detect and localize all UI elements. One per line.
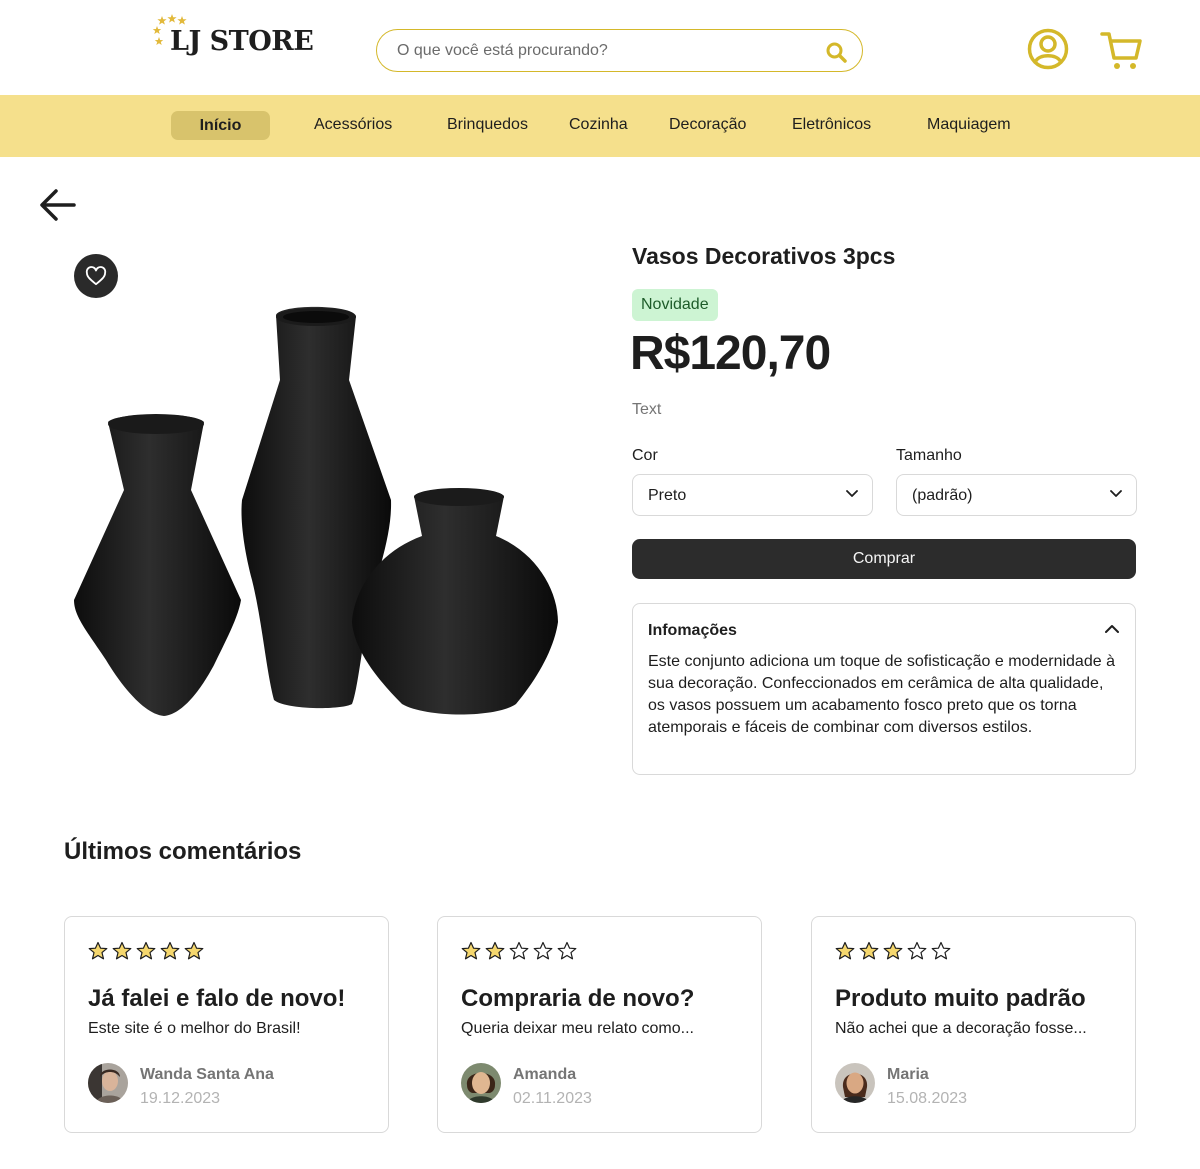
review-title: Já falei e falo de novo!: [88, 985, 346, 1012]
nav-item-brinquedos[interactable]: Brinquedos: [447, 116, 528, 134]
back-arrow-icon[interactable]: [38, 185, 78, 225]
size-select[interactable]: (padrão): [896, 474, 1137, 516]
review-card: Produto muito padrão Não achei que a dec…: [811, 916, 1136, 1133]
star-filled-icon: [184, 941, 204, 960]
color-label: Cor: [632, 447, 658, 464]
review-date: 02.11.2023: [513, 1090, 592, 1107]
heart-icon: [85, 266, 107, 286]
product-price: R$120,70: [630, 327, 831, 380]
chevron-down-icon: [1110, 490, 1122, 497]
nav-item-eletronicos[interactable]: Eletrônicos: [792, 116, 871, 134]
shopping-cart-icon[interactable]: [1100, 28, 1144, 72]
comments-section-title: Últimos comentários: [64, 838, 302, 865]
size-label: Tamanho: [896, 447, 962, 464]
star-empty-icon: [907, 941, 927, 960]
buy-button[interactable]: Comprar: [632, 539, 1136, 579]
star-filled-icon: [461, 941, 481, 960]
review-title: Produto muito padrão: [835, 985, 1086, 1012]
product-subtext: Text: [632, 401, 662, 418]
review-author: Maria: [887, 1066, 929, 1083]
size-select-value: (padrão): [912, 487, 973, 504]
review-date: 19.12.2023: [140, 1090, 221, 1107]
review-author: Wanda Santa Ana: [140, 1066, 274, 1083]
color-select-value: Preto: [648, 487, 687, 504]
product-title: Vasos Decorativos 3pcs: [632, 243, 896, 269]
chevron-down-icon: [846, 490, 858, 497]
info-accordion-title[interactable]: Infomações: [648, 622, 737, 640]
info-accordion: Infomações Este conjunto adiciona um toq…: [632, 603, 1136, 775]
review-body: Queria deixar meu relato como...: [461, 1020, 694, 1037]
review-date: 15.08.2023: [887, 1090, 968, 1107]
category-nav: Início Acessórios Brinquedos Cozinha Dec…: [0, 95, 1200, 157]
nav-item-maquiagem[interactable]: Maquiagem: [927, 116, 1011, 134]
star-filled-icon: [112, 941, 132, 960]
header: LJ STORE: [0, 0, 1200, 95]
star-rating: [835, 941, 951, 961]
search-input[interactable]: [397, 40, 797, 62]
logo-text: LJ STORE: [170, 26, 314, 57]
review-card: Já falei e falo de novo! Este site é o m…: [64, 916, 389, 1133]
review-title: Compraria de novo?: [461, 985, 695, 1012]
star-filled-icon: [883, 941, 903, 960]
avatar: [461, 1063, 501, 1103]
store-logo[interactable]: LJ STORE: [152, 14, 314, 64]
review-card: Compraria de novo? Queria deixar meu rel…: [437, 916, 762, 1133]
star-rating: [88, 941, 204, 961]
star-filled-icon: [88, 941, 108, 960]
nav-item-inicio[interactable]: Início: [171, 111, 270, 140]
review-body: Não achei que a decoração fosse...: [835, 1020, 1087, 1037]
star-rating: [461, 941, 577, 961]
star-filled-icon: [835, 941, 855, 960]
nav-item-cozinha[interactable]: Cozinha: [569, 116, 628, 134]
review-body: Este site é o melhor do Brasil!: [88, 1020, 301, 1037]
star-empty-icon: [557, 941, 577, 960]
chevron-up-icon[interactable]: [1105, 624, 1119, 633]
star-filled-icon: [859, 941, 879, 960]
star-filled-icon: [160, 941, 180, 960]
avatar: [88, 1063, 128, 1103]
search-icon[interactable]: [824, 40, 848, 64]
left-vase: [74, 414, 241, 716]
star-empty-icon: [509, 941, 529, 960]
info-accordion-body: Este conjunto adiciona um toque de sofis…: [648, 653, 1115, 736]
nav-item-decoracao[interactable]: Decoração: [669, 116, 746, 134]
search-bar: [376, 29, 863, 72]
user-account-icon[interactable]: [1027, 28, 1069, 70]
star-empty-icon: [931, 941, 951, 960]
review-author: Amanda: [513, 1066, 577, 1083]
color-select[interactable]: Preto: [632, 474, 873, 516]
avatar: [835, 1063, 875, 1103]
favorite-button[interactable]: [74, 254, 118, 298]
star-empty-icon: [533, 941, 553, 960]
product-image: [74, 306, 558, 716]
new-badge: Novidade: [632, 289, 718, 321]
star-filled-icon: [485, 941, 505, 960]
nav-item-acessorios[interactable]: Acessórios: [314, 116, 392, 134]
star-filled-icon: [136, 941, 156, 960]
